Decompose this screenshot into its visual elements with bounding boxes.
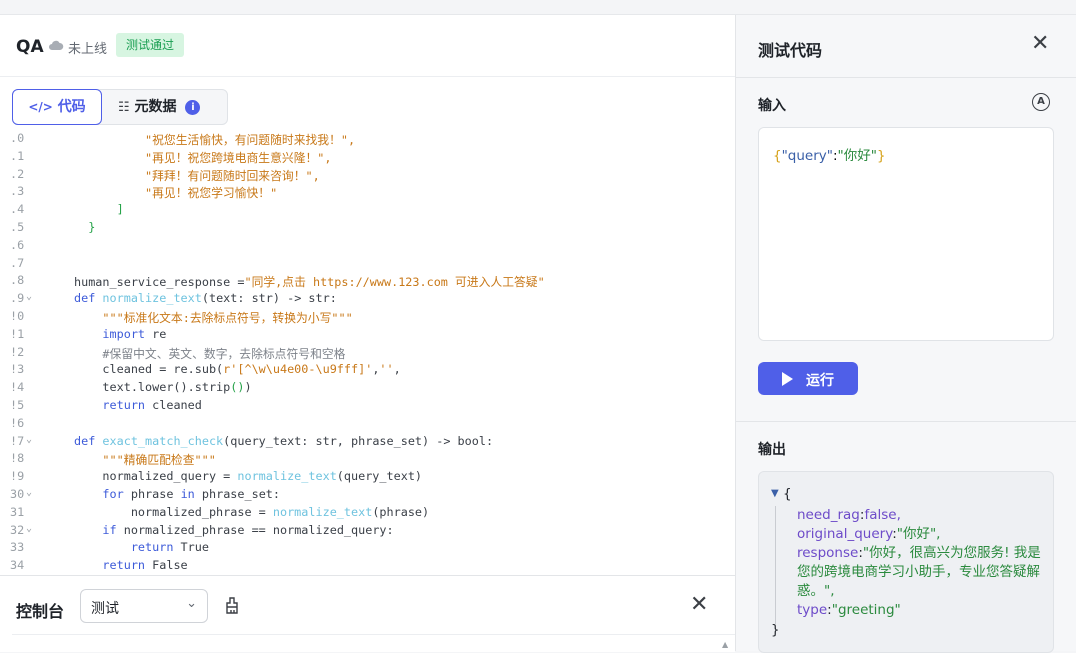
code-line: """标准化文本:去除标点符号，转换为小写""": [102, 311, 353, 325]
play-icon: [782, 372, 793, 386]
line-number: .3: [10, 184, 25, 199]
output-field: need_rag:false,: [797, 507, 901, 523]
publish-status: 未上线: [68, 42, 108, 57]
code-line: if normalized_phrase == normalized_query…: [102, 522, 394, 537]
line-number: .6: [10, 237, 25, 252]
close-icon[interactable]: ✕: [1031, 31, 1049, 56]
output-label: 输出: [758, 442, 786, 458]
code-icon: </>: [28, 100, 53, 114]
code-line: normalized_phrase = normalize_text(phras…: [74, 504, 430, 519]
panel-divider: [736, 421, 1076, 422]
line-number: !9: [10, 469, 25, 484]
output-field: type:"greeting": [797, 602, 901, 618]
editor-header: QA 未上线 测试通过: [0, 15, 735, 77]
output-open-brace: {: [783, 486, 792, 502]
code-line: """精确匹配检查""": [102, 453, 216, 468]
line-number: !1: [10, 326, 25, 341]
code-line: human_service_response ="同学,点击 https://w…: [74, 275, 545, 290]
collapse-icon[interactable]: ▼: [771, 488, 779, 499]
line-number: !3: [10, 362, 25, 377]
console-select[interactable]: 测试 ⌄: [80, 589, 208, 623]
line-number: 34: [10, 558, 25, 573]
line-number: .5: [10, 220, 25, 234]
console-bar: 控制台 测试 ⌄ ✕ ▲: [0, 575, 735, 652]
output-viewer: ▼ { need_rag:false, original_query:"你好",…: [758, 471, 1054, 653]
line-number: !8: [10, 451, 25, 466]
line-number: 30: [10, 487, 25, 501]
test-panel-title: 测试代码: [758, 41, 823, 60]
fold-chevron-icon[interactable]: ⌄: [26, 291, 32, 302]
line-number: .2: [10, 166, 25, 181]
code-line: return cleaned: [102, 398, 202, 412]
line-number: !7: [10, 433, 25, 448]
format-icon[interactable]: A: [1032, 93, 1050, 111]
line-number: !6: [10, 415, 25, 430]
console-close-icon[interactable]: ✕: [690, 592, 708, 617]
code-editor[interactable]: .0 "祝您生活愉快，有问题随时来找我！", .1 "再见！祝您跨境电商生意兴隆！…: [0, 129, 735, 575]
output-field: response:"你好，很高兴为您服务! 我是您的跨境电商学习小助手，专业您答…: [797, 545, 1041, 599]
test-panel: 测试代码 ✕ 输入 A {"query":"你好"} 运行 输出 ▼ { nee…: [735, 15, 1076, 653]
code-line: cleaned = re.sub(r'[^\w\u4e00-\u9fff]','…: [74, 362, 401, 377]
editor-pane: QA 未上线 测试通过 </> 代码 ☷ 元数据 i .0 "祝您生活愉快，有问…: [0, 15, 735, 652]
code-line: #保留中文、英文、数字，去除标点符号和空格: [102, 346, 346, 361]
line-number: .7: [10, 255, 25, 270]
line-number: 32: [10, 522, 25, 537]
line-number: !0: [10, 309, 25, 323]
input-label: 输入: [758, 98, 786, 114]
fold-chevron-icon[interactable]: ⌄: [26, 523, 32, 534]
info-icon[interactable]: i: [185, 100, 201, 115]
line-number: 33: [10, 540, 25, 555]
code-line: "再见！祝您学习愉快！": [74, 186, 278, 201]
code-line: return False: [102, 558, 188, 573]
tab-code[interactable]: </> 代码: [12, 89, 102, 125]
scroll-up-icon[interactable]: ▲: [722, 640, 728, 649]
app-window: QA 未上线 测试通过 </> 代码 ☷ 元数据 i .0 "祝您生活愉快，有问…: [0, 14, 1076, 653]
line-number: !5: [10, 398, 25, 412]
console-divider: [12, 634, 735, 635]
cloud-icon: [49, 40, 64, 50]
code-line: text.lower().strip()): [74, 380, 252, 395]
page-title: QA: [16, 37, 44, 57]
line-number: !2: [10, 344, 25, 359]
line-number: .1: [10, 148, 25, 163]
code-line: def exact_match_check(query_text: str, p…: [74, 433, 494, 448]
input-editor[interactable]: {"query":"你好"}: [758, 127, 1054, 341]
line-number: .9: [10, 291, 25, 306]
line-number: .4: [10, 202, 25, 217]
code-line: ]: [74, 202, 124, 217]
code-line: }: [74, 220, 96, 234]
console-label: 控制台: [16, 602, 65, 621]
line-number: !4: [10, 380, 25, 395]
code-line: "拜拜！有问题随时回来咨询！",: [74, 168, 320, 183]
input-json: {"query":"你好"}: [773, 148, 886, 164]
output-close-brace: }: [771, 622, 780, 638]
editor-tabs: </> 代码 ☷ 元数据 i: [12, 89, 228, 125]
tab-metadata[interactable]: ☷ 元数据 i: [118, 90, 201, 124]
console-select-value: 测试: [91, 601, 119, 617]
output-field: original_query:"你好",: [797, 526, 941, 542]
run-button[interactable]: 运行: [758, 362, 858, 395]
code-line: "再见！祝您跨境电商生意兴隆！",: [74, 150, 332, 165]
chevron-down-icon: ⌄: [186, 596, 197, 611]
code-line: normalized_query = normalize_text(query_…: [74, 469, 423, 484]
status-badge: 测试通过: [116, 33, 185, 57]
tab-code-label: 代码: [57, 99, 86, 115]
line-number: 31: [10, 504, 25, 519]
line-number: .0: [10, 131, 25, 145]
test-panel-header: 测试代码 ✕: [736, 15, 1076, 78]
grid-icon: ☷: [118, 100, 130, 115]
code-line: for phrase in phrase_set:: [102, 487, 281, 501]
code-line: return True: [130, 540, 209, 555]
fold-chevron-icon[interactable]: ⌄: [26, 487, 32, 498]
fold-chevron-icon[interactable]: ⌄: [26, 434, 32, 445]
run-label: 运行: [806, 373, 834, 389]
indent-guide: [775, 506, 776, 624]
line-number: .8: [10, 273, 25, 288]
clear-console-icon[interactable]: [222, 595, 242, 615]
code-line: "祝您生活愉快，有问题随时来找我！",: [74, 133, 356, 147]
tab-metadata-label: 元数据: [134, 99, 177, 115]
code-line: def normalize_text(text: str) -> str:: [74, 291, 337, 306]
code-line: import re: [102, 326, 167, 341]
